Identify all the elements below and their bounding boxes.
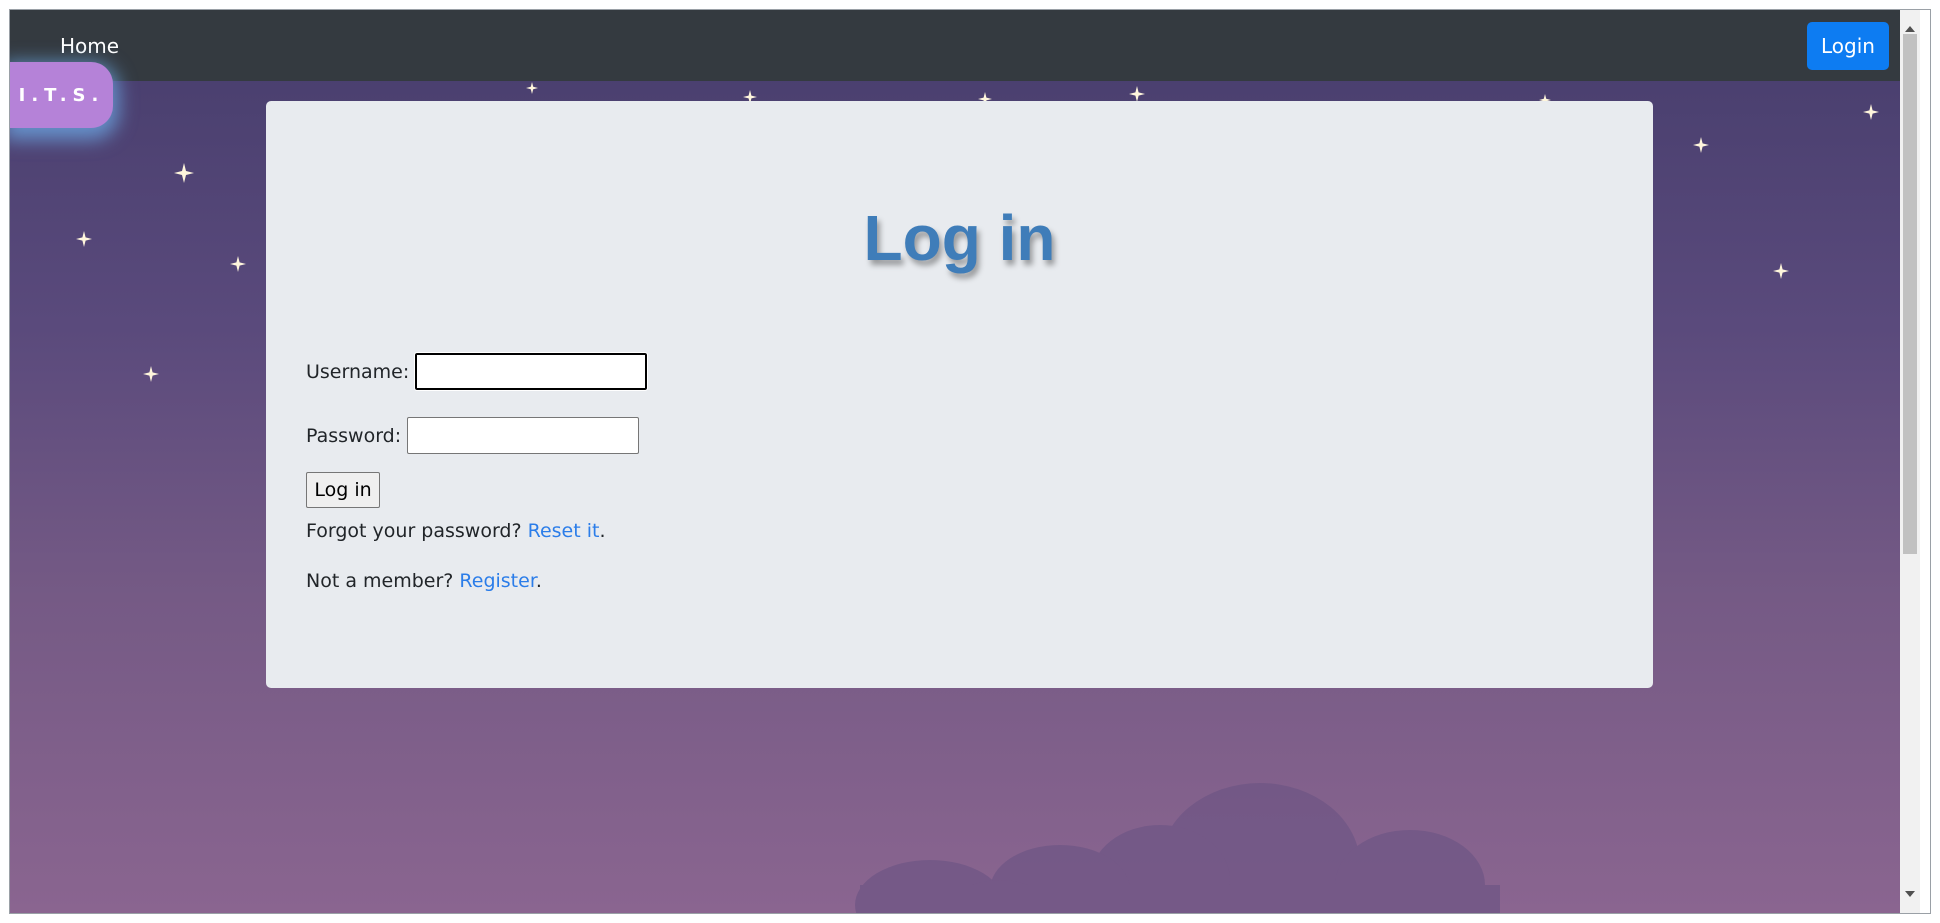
password-input[interactable] bbox=[407, 417, 640, 454]
password-row: Password: bbox=[306, 417, 640, 454]
username-row: Username: bbox=[306, 352, 649, 391]
forgot-password-suffix: . bbox=[599, 520, 606, 542]
star-icon bbox=[526, 82, 538, 94]
star-icon bbox=[174, 163, 194, 183]
forgot-password-text: Forgot your password? bbox=[306, 520, 528, 542]
register-link[interactable]: Register bbox=[459, 570, 535, 592]
username-input[interactable] bbox=[414, 352, 649, 391]
browser-viewport: Home Login I.T.S. Log in Username: Passw… bbox=[10, 10, 1910, 913]
cloud-icon bbox=[850, 765, 1510, 913]
register-text: Not a member? bbox=[306, 570, 460, 592]
login-card: Log in Username: Password: Log in Forgot… bbox=[266, 101, 1653, 688]
star-icon bbox=[1693, 137, 1709, 153]
login-submit-button[interactable]: Log in bbox=[306, 472, 380, 508]
star-icon bbox=[76, 231, 92, 247]
username-label: Username: bbox=[306, 360, 410, 383]
login-button[interactable]: Login bbox=[1807, 22, 1889, 70]
page-title: Log in bbox=[863, 202, 1056, 274]
scroll-down-icon[interactable] bbox=[1905, 891, 1915, 897]
scrollbar-thumb[interactable] bbox=[1903, 34, 1917, 554]
register-line: Not a member? Register. bbox=[306, 570, 542, 592]
nav-home-link[interactable]: Home bbox=[60, 34, 119, 58]
star-icon bbox=[1773, 263, 1789, 279]
top-navbar: Home Login bbox=[10, 10, 1910, 81]
password-label: Password: bbox=[306, 424, 402, 447]
star-icon bbox=[230, 256, 246, 272]
star-icon bbox=[1863, 104, 1879, 120]
reset-password-link[interactable]: Reset it bbox=[528, 520, 600, 542]
site-logo[interactable]: I.T.S. bbox=[10, 62, 113, 128]
star-icon bbox=[1129, 86, 1145, 102]
star-icon bbox=[143, 366, 159, 382]
register-suffix: . bbox=[535, 570, 542, 592]
vertical-scrollbar[interactable] bbox=[1900, 10, 1920, 913]
forgot-password-line: Forgot your password? Reset it. bbox=[306, 520, 606, 542]
scroll-up-icon[interactable] bbox=[1905, 26, 1915, 32]
